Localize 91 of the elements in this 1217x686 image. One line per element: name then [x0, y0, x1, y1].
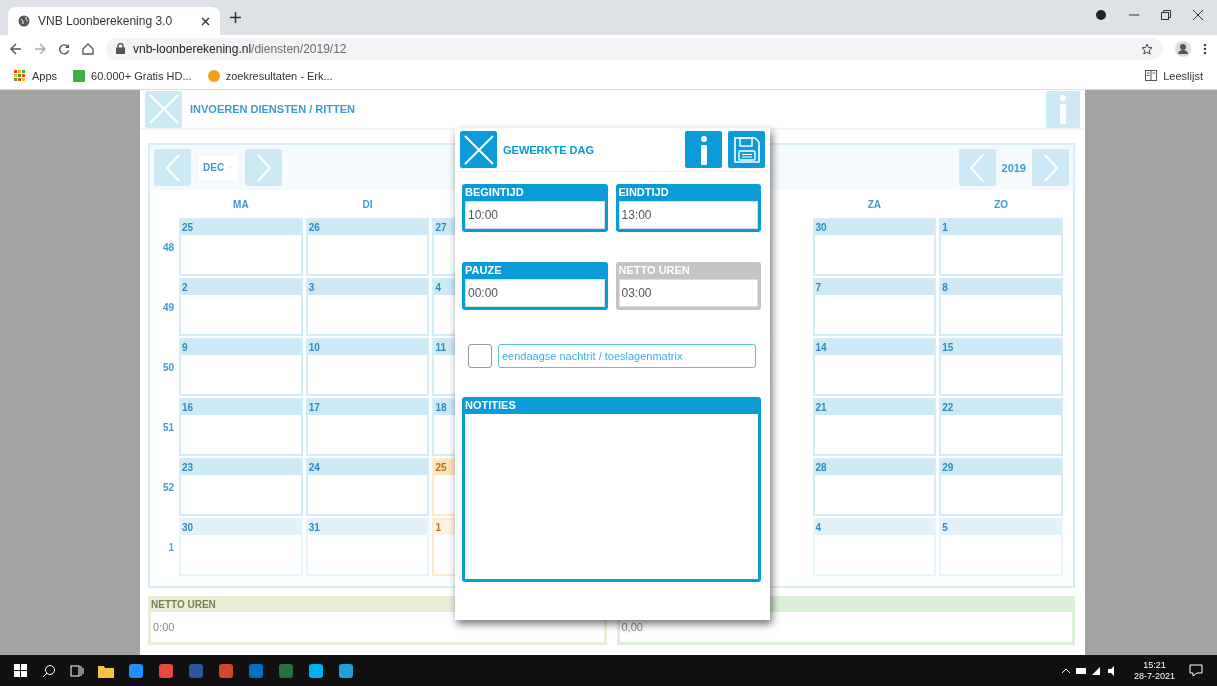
time-field[interactable]: BEGINTIJD 10:00 — [462, 184, 608, 232]
time-field: NETTO UREN 03:00 — [615, 262, 761, 310]
day-cell[interactable]: 10 — [305, 338, 430, 396]
year-label: 2019 — [1001, 161, 1026, 174]
day-cell[interactable]: 24 — [305, 458, 430, 516]
weekday-label: ZA — [866, 198, 883, 212]
month-select[interactable]: DEC — [197, 154, 239, 181]
folder-icon[interactable] — [98, 663, 114, 678]
browser-icon[interactable] — [158, 662, 174, 679]
profile-dot-icon[interactable] — [1095, 8, 1107, 21]
close-icon[interactable] — [1193, 9, 1203, 20]
day-cell[interactable]: 15 — [939, 338, 1063, 396]
task-view-icon[interactable] — [70, 663, 84, 678]
url-text: vnb-loonberekening.nl/diensten/2019/12 — [133, 41, 347, 56]
time-field[interactable]: PAUZE 00:00 — [462, 262, 608, 310]
day-cell[interactable]: 3 — [305, 278, 430, 336]
day-cell[interactable]: 16 — [179, 398, 303, 456]
bookmark-icon — [207, 69, 220, 82]
reading-list[interactable]: Leeslijst — [1145, 69, 1203, 82]
bookmark-icon — [73, 69, 86, 82]
restore-icon[interactable] — [1161, 9, 1171, 20]
day-cell[interactable]: 5 — [939, 518, 1063, 576]
app-icon[interactable] — [248, 662, 264, 679]
week-number: 49 — [161, 300, 175, 315]
day-cell[interactable]: 28 — [812, 458, 937, 516]
browser-tab[interactable]: VNB Loonberekening 3.0 — [8, 7, 220, 35]
day-cell[interactable]: 2 — [179, 278, 303, 336]
day-cell[interactable]: 17 — [305, 398, 430, 456]
week-number: 51 — [161, 420, 175, 435]
lock-icon — [116, 43, 125, 54]
day-cell[interactable]: 21 — [812, 398, 937, 456]
address-bar[interactable]: vnb-loonberekening.nl/diensten/2019/12 — [106, 37, 1163, 60]
day-cell[interactable]: 30 — [179, 518, 303, 576]
profile-icon[interactable] — [1175, 40, 1191, 57]
day-cell[interactable]: 4 — [812, 518, 937, 576]
plus-icon[interactable] — [230, 12, 241, 23]
start-icon[interactable] — [14, 663, 28, 678]
globe-icon — [18, 15, 30, 27]
week-number: 52 — [161, 480, 175, 495]
day-cell[interactable]: 14 — [812, 338, 937, 396]
weekday-label: MA — [232, 198, 250, 212]
notes-field[interactable]: NOTITIES — [462, 397, 761, 582]
browser-icon[interactable] — [338, 662, 354, 679]
info-button[interactable] — [685, 131, 722, 168]
bookmark[interactable]: 60.000+ Gratis HD... — [73, 69, 192, 82]
info-icon — [1058, 94, 1068, 124]
apps-grid-icon — [14, 69, 26, 82]
weekday-label: DI — [361, 198, 374, 212]
close-button[interactable] — [460, 131, 497, 168]
day-cell[interactable]: 22 — [939, 398, 1063, 456]
caret-icon — [228, 165, 233, 170]
day-cell[interactable]: 1 — [939, 218, 1063, 276]
bookmark[interactable]: Apps — [14, 69, 58, 82]
more-icon[interactable] — [1203, 42, 1207, 55]
dialog-title: GEWERKTE DAG — [503, 143, 596, 156]
day-cell[interactable]: 8 — [939, 278, 1063, 336]
search-icon[interactable] — [42, 663, 56, 678]
back-arrow-icon[interactable] — [10, 42, 22, 55]
checkbox[interactable] — [468, 344, 492, 368]
day-cell[interactable]: 9 — [179, 338, 303, 396]
week-number: 1 — [167, 540, 175, 555]
clock[interactable]: 15:21 28-7-2021 — [1133, 659, 1175, 682]
reload-icon[interactable] — [58, 42, 70, 55]
app-icon[interactable] — [308, 662, 324, 679]
input-field[interactable]: eendaagse nachtrit / toeslagenmatrix — [498, 344, 756, 368]
save-button[interactable] — [728, 131, 765, 168]
star-icon[interactable] — [1141, 42, 1153, 55]
app-icon[interactable] — [278, 662, 294, 679]
close-icon — [462, 133, 495, 166]
home-icon[interactable] — [82, 42, 94, 55]
notification-icon[interactable] — [1189, 664, 1203, 677]
week-number: 48 — [161, 240, 175, 255]
app-icon[interactable] — [218, 662, 234, 679]
chevron-left-icon — [967, 152, 987, 183]
day-cell[interactable]: 23 — [179, 458, 303, 516]
close-icon[interactable] — [201, 16, 210, 26]
close-icon — [147, 93, 180, 125]
info-icon — [698, 134, 709, 165]
day-cell[interactable]: 7 — [812, 278, 937, 336]
bookmark[interactable]: zoekresultaten - Erk... — [207, 69, 333, 82]
weekday-label: ZO — [993, 198, 1010, 212]
day-cell[interactable]: 31 — [305, 518, 430, 576]
day-cell[interactable]: 26 — [305, 218, 430, 276]
day-cell[interactable]: 29 — [939, 458, 1063, 516]
time-field[interactable]: EINDTIJD 13:00 — [615, 184, 761, 232]
browser-icon[interactable] — [128, 662, 144, 679]
week-number: 50 — [161, 360, 175, 375]
list-icon — [1145, 70, 1158, 81]
day-cell[interactable]: 25 — [179, 218, 303, 276]
day-cell[interactable]: 30 — [812, 218, 937, 276]
page-title: INVOEREN DIENSTEN / RITTEN — [190, 103, 357, 115]
